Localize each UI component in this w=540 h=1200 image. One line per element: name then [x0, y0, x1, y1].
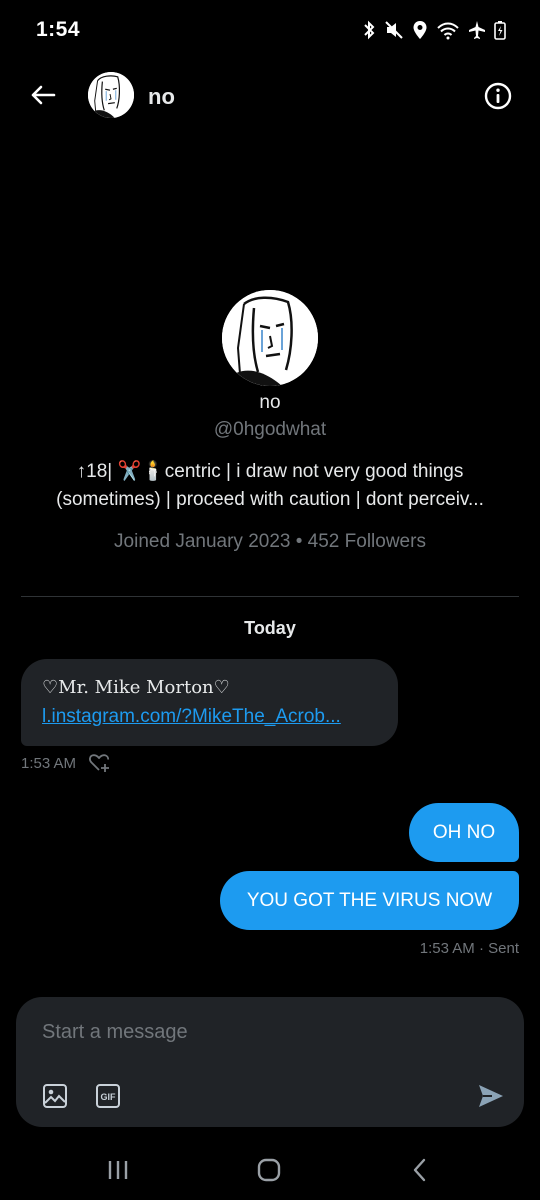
divider	[21, 596, 519, 597]
nav-recent-apps-button[interactable]	[106, 1159, 130, 1181]
status-icons	[362, 20, 506, 40]
gif-button[interactable]: GIF	[95, 1083, 121, 1109]
media-button[interactable]	[42, 1083, 68, 1109]
received-message-time: 1:53 AM	[21, 755, 77, 772]
image-icon	[43, 1084, 67, 1108]
message-input[interactable]	[42, 1017, 482, 1047]
battery-icon	[494, 21, 506, 40]
mute-icon	[385, 21, 403, 39]
send-icon	[479, 1085, 503, 1107]
info-icon	[484, 82, 512, 110]
date-separator: Today	[244, 618, 296, 638]
bluetooth-icon	[364, 20, 375, 40]
heart-plus-icon	[89, 754, 110, 772]
gif-label: GIF	[101, 1092, 117, 1102]
nav-back-button[interactable]	[410, 1158, 430, 1182]
conversation-info-button[interactable]	[482, 80, 514, 112]
home-icon	[257, 1158, 281, 1182]
nav-home-button[interactable]	[256, 1158, 282, 1182]
sent-message-bubble[interactable]: YOU GOT THE VIRUS NOW	[220, 871, 519, 930]
avatar-drawing	[88, 72, 134, 118]
location-icon	[413, 21, 427, 39]
profile-bio: ↑18| ✂️🕯️centric | i draw not very good …	[30, 458, 510, 514]
airplane-icon	[469, 21, 485, 39]
recent-apps-icon	[108, 1161, 128, 1179]
profile-handle[interactable]: @0hgodwhat	[0, 419, 540, 441]
back-button[interactable]	[28, 80, 58, 110]
sent-message-status: 1:53 AM · Sent	[419, 940, 519, 957]
profile-bio-line: ↑18| ✂️🕯️centric | i draw not very good …	[76, 461, 464, 482]
profile-name[interactable]: no	[0, 392, 540, 414]
sent-message-bubble[interactable]: OH NO	[409, 803, 519, 862]
received-message-link[interactable]: l.instagram.com/?MikeThe_Acrob...	[42, 706, 378, 728]
message-composer: GIF	[16, 997, 524, 1127]
gif-icon: GIF	[96, 1084, 120, 1108]
status-time: 1:54	[36, 18, 81, 41]
profile-avatar[interactable]	[222, 290, 318, 386]
received-message-bubble[interactable]: ♡Mr. Mike Morton♡ l.instagram.com/?MikeT…	[21, 659, 398, 746]
profile-meta: Joined January 2023 • 452 Followers	[114, 531, 426, 552]
header-avatar[interactable]	[88, 72, 134, 118]
profile-bio-line: (sometimes) | proceed with caution | don…	[56, 489, 484, 510]
send-button[interactable]	[476, 1081, 506, 1111]
add-reaction-button[interactable]	[88, 752, 110, 774]
arrow-left-icon	[31, 85, 56, 105]
header-name: no	[148, 84, 175, 109]
received-message-text: ♡Mr. Mike Morton♡	[42, 677, 230, 698]
avatar-drawing	[222, 290, 318, 386]
wifi-icon	[437, 22, 459, 40]
chevron-left-icon	[413, 1158, 426, 1182]
